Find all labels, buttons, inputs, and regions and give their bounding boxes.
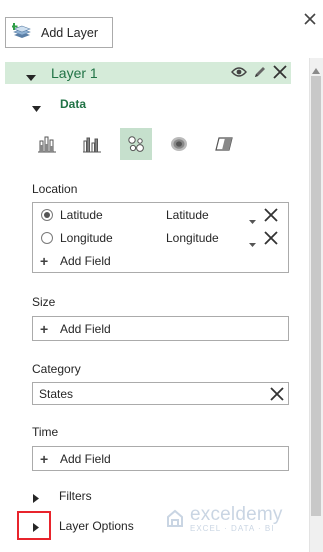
data-collapse-icon[interactable] <box>32 101 41 112</box>
watermark-name: exceldemy <box>190 504 283 525</box>
latitude-field-name: Latitude <box>60 208 103 222</box>
scrollbar-thumb[interactable] <box>311 76 321 516</box>
longitude-type-dropdown[interactable]: Longitude <box>166 231 219 245</box>
layer-name[interactable]: Layer 1 <box>51 65 98 81</box>
size-add-field-label: Add Field <box>60 322 111 336</box>
exceldemy-logo-icon <box>167 509 183 528</box>
longitude-field-name: Longitude <box>60 231 113 245</box>
location-add-field[interactable]: + Add Field <box>33 250 288 272</box>
chevron-down-icon[interactable] <box>249 236 256 247</box>
plus-icon: + <box>40 321 49 337</box>
location-field-latitude[interactable]: Latitude Latitude <box>33 204 288 226</box>
filters-label[interactable]: Filters <box>59 489 92 503</box>
size-add-field[interactable]: + Add Field <box>32 316 289 341</box>
delete-layer-icon[interactable] <box>273 64 287 82</box>
latitude-type-dropdown[interactable]: Latitude <box>166 208 209 222</box>
add-layer-button[interactable]: Add Layer <box>5 17 113 48</box>
add-layer-label: Add Layer <box>41 25 98 40</box>
bubble-chart-icon[interactable] <box>120 128 152 160</box>
time-add-field-label: Add Field <box>60 452 111 466</box>
heat-map-icon[interactable] <box>163 128 195 160</box>
watermark-tagline: EXCEL · DATA · BI <box>190 523 275 533</box>
data-section-title[interactable]: Data <box>60 97 86 111</box>
category-label: Category <box>32 362 81 376</box>
filters-expand-icon[interactable] <box>33 492 39 503</box>
location-add-field-label: Add Field <box>60 254 111 268</box>
add-layer-icon <box>10 22 32 43</box>
time-label: Time <box>32 425 59 439</box>
remove-latitude-icon[interactable] <box>264 208 278 222</box>
plus-icon: + <box>40 253 49 269</box>
layer-options-label[interactable]: Layer Options <box>59 519 134 533</box>
chevron-down-icon[interactable] <box>249 213 256 224</box>
category-field[interactable]: States <box>32 382 289 405</box>
remove-category-icon[interactable] <box>270 387 284 401</box>
layer-header[interactable]: Layer 1 <box>5 62 291 84</box>
longitude-radio[interactable] <box>41 232 53 244</box>
layer-collapse-icon[interactable] <box>26 70 36 81</box>
eye-icon[interactable] <box>231 66 247 81</box>
time-add-field[interactable]: + Add Field <box>32 446 289 471</box>
location-field-list: Latitude Latitude Longitude Longitude + … <box>32 202 289 273</box>
category-value: States <box>39 387 74 401</box>
exceldemy-watermark: exceldemy EXCEL · DATA · BI <box>164 505 283 533</box>
plus-icon: + <box>40 451 49 467</box>
close-pane-icon[interactable] <box>303 12 317 26</box>
latitude-radio[interactable] <box>41 209 53 221</box>
clustered-column-icon[interactable] <box>76 128 108 160</box>
stacked-column-icon[interactable] <box>31 128 63 160</box>
remove-longitude-icon[interactable] <box>264 231 278 245</box>
location-field-longitude[interactable]: Longitude Longitude <box>33 227 288 249</box>
location-label: Location <box>32 182 78 196</box>
layer-options-expand-icon[interactable] <box>33 521 39 532</box>
region-map-icon[interactable] <box>208 128 240 160</box>
size-label: Size <box>32 295 56 309</box>
scroll-up-arrow-icon[interactable] <box>311 64 321 74</box>
pencil-icon[interactable] <box>253 65 267 82</box>
